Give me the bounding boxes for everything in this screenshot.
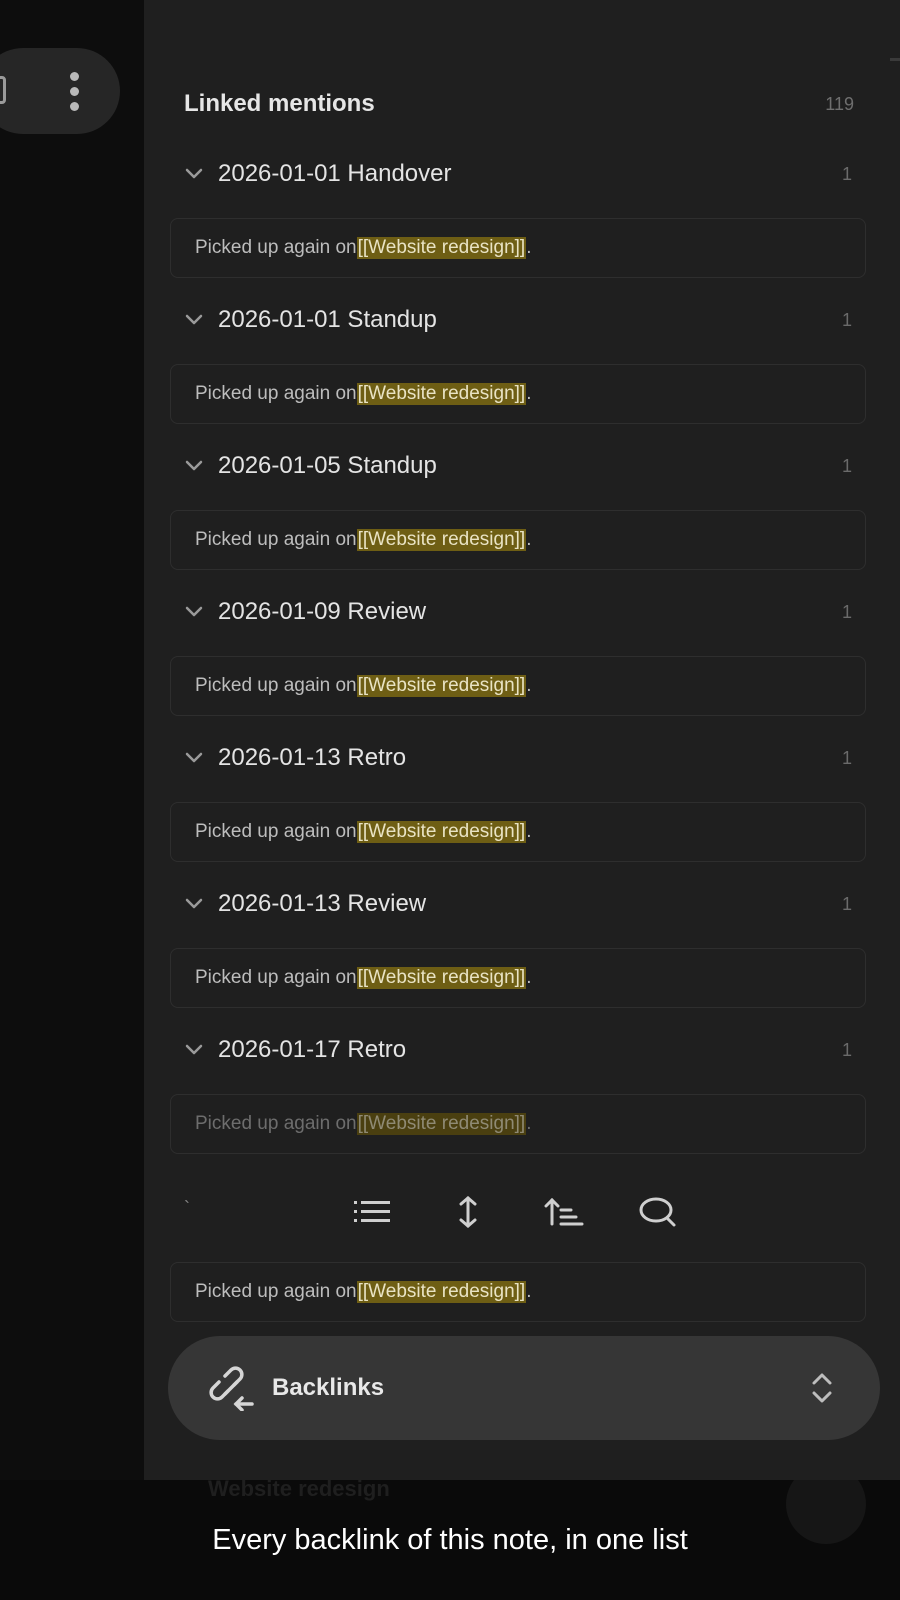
snippet-text: Picked up again on — [195, 675, 357, 696]
backlink-snippet[interactable]: Picked up again on [[Website redesign]]. — [170, 802, 866, 862]
snippet-link-highlight[interactable]: [[Website redesign]] — [356, 1281, 527, 1303]
chevron-updown-icon[interactable] — [810, 1370, 834, 1406]
sidebar-toggle-icon[interactable] — [0, 76, 6, 104]
mention-group-header[interactable]: 2026-01-13 Retro 1 — [184, 738, 854, 778]
mention-group-title: 2026-01-05 Standup — [218, 452, 437, 479]
more-options-icon[interactable] — [70, 72, 80, 112]
search-icon[interactable] — [638, 1194, 678, 1230]
snippet-link-highlight[interactable]: [[Website redesign]] — [356, 675, 527, 697]
snippet-text: Picked up again on — [195, 1113, 357, 1134]
snippet-link-highlight[interactable]: [[Website redesign]] — [356, 529, 527, 551]
backlinks-toolbar: ` — [170, 1190, 866, 1234]
sort-icon[interactable] — [544, 1194, 584, 1230]
backlink-snippet[interactable]: Picked up again on [[Website redesign]]. — [170, 1262, 866, 1322]
mention-group-count: 1 — [841, 747, 852, 768]
snippet-text: Picked up again on — [195, 1281, 357, 1302]
chevron-down-icon[interactable] — [184, 894, 204, 914]
left-rail — [0, 0, 144, 1480]
toolbar-stray-char: ` — [184, 1198, 190, 1218]
snippet-text: Picked up again on — [195, 821, 357, 842]
snippet-link-highlight[interactable]: [[Website redesign]] — [356, 967, 527, 989]
chevron-down-icon[interactable] — [184, 456, 204, 476]
backlink-snippet[interactable]: Picked up again on [[Website redesign]]. — [170, 218, 866, 278]
snippet-suffix: . — [526, 1281, 532, 1302]
snippet-text: Picked up again on — [195, 383, 357, 404]
mention-group-count: 1 — [841, 601, 852, 622]
scrollbar-thumb[interactable] — [890, 58, 900, 61]
mention-group-count: 1 — [841, 455, 852, 476]
snippet-suffix: . — [526, 383, 532, 404]
mention-group-header[interactable]: 2026-01-17 Retro 1 — [184, 1030, 854, 1070]
snippet-link-highlight[interactable]: [[Website redesign]] — [356, 1113, 527, 1135]
snippet-suffix: . — [526, 529, 532, 550]
snippet-suffix: . — [526, 1113, 532, 1134]
linked-mentions-header: Linked mentions 119 — [184, 88, 854, 120]
backlink-snippet[interactable]: Picked up again on [[Website redesign]]. — [170, 510, 866, 570]
backlinks-panel: Linked mentions 119 2026-01-01 Handover 1… — [144, 0, 900, 1480]
ghost-note-title: Website redesign — [208, 1480, 390, 1501]
list-icon[interactable] — [352, 1194, 392, 1230]
mention-group-count: 1 — [841, 309, 852, 330]
mention-group-title: 2026-01-13 Retro — [218, 744, 407, 771]
expand-vertical-icon[interactable] — [448, 1194, 488, 1230]
mention-group-count: 1 — [841, 1039, 852, 1060]
chevron-down-icon[interactable] — [184, 748, 204, 768]
mention-group-title: 2026-01-09 Review — [218, 598, 427, 625]
snippet-text: Picked up again on — [195, 967, 357, 988]
backlink-snippet[interactable]: Picked up again on [[Website redesign]]. — [170, 364, 866, 424]
linked-mentions-title: Linked mentions — [184, 90, 375, 117]
mention-group-header[interactable]: 2026-01-01 Standup 1 — [184, 300, 854, 340]
left-action-pill — [0, 48, 120, 134]
mention-group-title: 2026-01-13 Review — [218, 890, 427, 917]
snippet-text: Picked up again on — [195, 529, 357, 550]
chevron-down-icon[interactable] — [184, 1040, 204, 1060]
mention-group-title: 2026-01-01 Handover — [218, 160, 452, 187]
snippet-suffix: . — [526, 967, 532, 988]
caption-band: Website redesign Every backlink of this … — [0, 1480, 900, 1600]
mention-group-header[interactable]: 2026-01-01 Handover 1 — [184, 154, 854, 194]
chevron-down-icon[interactable] — [184, 602, 204, 622]
chevron-down-icon[interactable] — [184, 164, 204, 184]
caption-text: Every backlink of this note, in one list — [212, 1524, 688, 1556]
snippet-suffix: . — [526, 675, 532, 696]
link-icon — [208, 1365, 254, 1412]
snippet-suffix: . — [526, 821, 532, 842]
mention-group-title: 2026-01-17 Retro — [218, 1036, 407, 1063]
mention-group-count: 1 — [841, 163, 852, 184]
snippet-link-highlight[interactable]: [[Website redesign]] — [356, 821, 527, 843]
snippet-link-highlight[interactable]: [[Website redesign]] — [356, 237, 527, 259]
backlink-snippet[interactable]: Picked up again on [[Website redesign]]. — [170, 948, 866, 1008]
chevron-down-icon[interactable] — [184, 310, 204, 330]
mention-group-count: 1 — [841, 893, 852, 914]
snippet-suffix: . — [526, 237, 532, 258]
linked-mentions-count: 119 — [825, 93, 854, 114]
mention-group-header[interactable]: 2026-01-13 Review 1 — [184, 884, 854, 924]
backlinks-toggle-bar[interactable]: Backlinks — [168, 1336, 880, 1440]
backlink-snippet[interactable]: Picked up again on [[Website redesign]]. — [170, 1094, 866, 1154]
mention-group-title: 2026-01-01 Standup — [218, 306, 437, 333]
backlinks-label: Backlinks — [272, 1374, 385, 1401]
snippet-text: Picked up again on — [195, 237, 357, 258]
backlink-snippet[interactable]: Picked up again on [[Website redesign]]. — [170, 656, 866, 716]
mention-group-header[interactable]: 2026-01-09 Review 1 — [184, 592, 854, 632]
mention-group-header[interactable]: 2026-01-05 Standup 1 — [184, 446, 854, 486]
snippet-link-highlight[interactable]: [[Website redesign]] — [356, 383, 527, 405]
